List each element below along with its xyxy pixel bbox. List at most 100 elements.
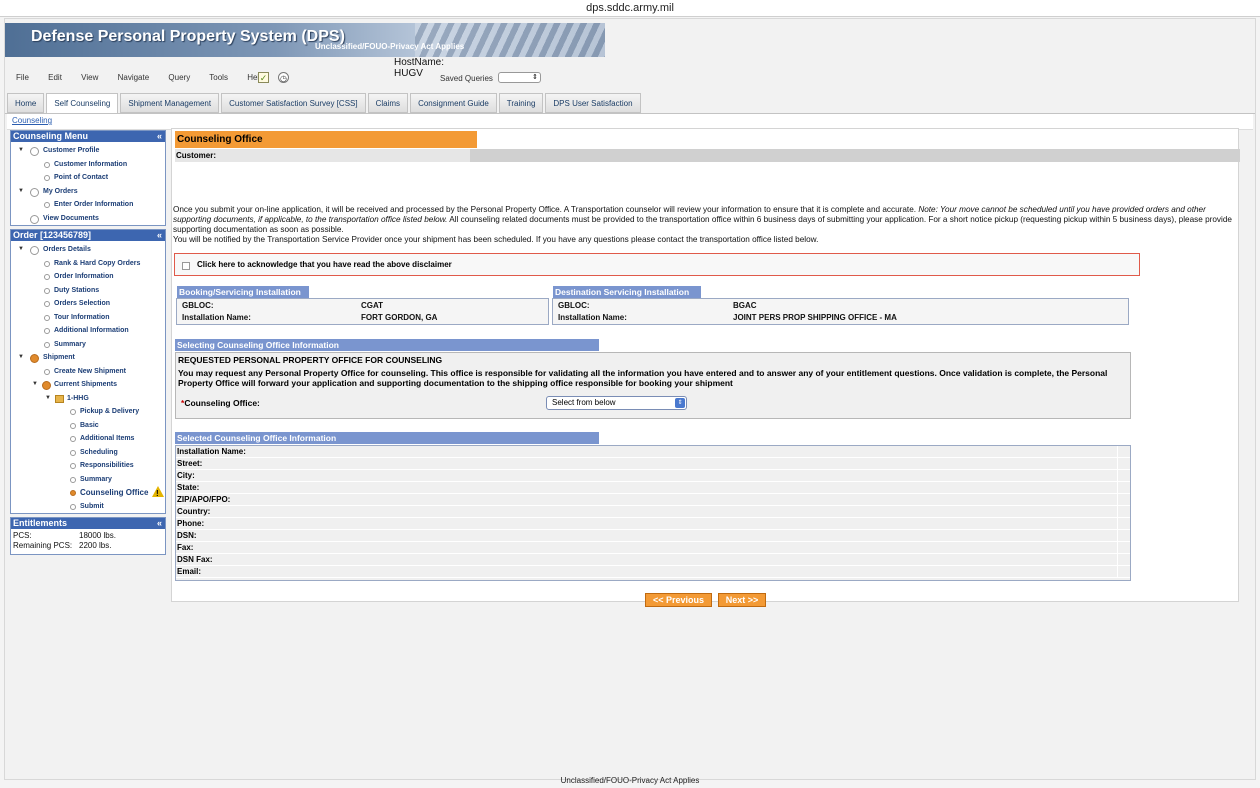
info-row-dsn-fax: DSN Fax: (176, 554, 1130, 566)
info-row-zip: ZIP/APO/FPO: (176, 494, 1130, 506)
menu-navigate[interactable]: Navigate (118, 73, 150, 82)
intro-text-1: Once you submit your on-line application… (173, 205, 917, 214)
sidebar-item-point-of-contact[interactable]: Point of Contact (11, 171, 165, 185)
tab-claims[interactable]: Claims (367, 93, 409, 113)
entitlement-value: 18000 lbs. (79, 531, 116, 540)
counseling-office-select[interactable]: Select from below ⇕ (546, 396, 687, 410)
status-dot-icon (44, 260, 50, 267)
destination-installation-heading: Destination Servicing Installation (553, 286, 701, 298)
info-row-fax: Fax: (176, 542, 1130, 554)
counseling-menu-panel: Counseling Menu « ▼ Customer Profile Cus… (10, 130, 166, 226)
sidebar-item-counseling-office[interactable]: Counseling Office ! (11, 486, 165, 500)
sidebar-item-label: View Documents (43, 214, 99, 222)
sidebar-item-submit[interactable]: Submit (11, 500, 165, 514)
info-row-street: Street: (176, 458, 1130, 470)
status-circle-icon (30, 246, 39, 255)
acknowledge-label[interactable]: Click here to acknowledge that you have … (197, 260, 452, 269)
breadcrumb-counseling[interactable]: Counseling (12, 116, 52, 125)
tab-consignment-guide[interactable]: Consignment Guide (410, 93, 497, 113)
tab-shipment-management[interactable]: Shipment Management (120, 93, 220, 113)
select-arrows-icon: ⇕ (532, 74, 538, 81)
sidebar-item-additional-information[interactable]: Additional Information (11, 324, 165, 338)
booking-installation-heading: Booking/Servicing Installation (177, 286, 309, 298)
sidebar-item-label: Summary (54, 340, 86, 348)
menu-file[interactable]: File (16, 73, 29, 82)
collapse-icon[interactable]: « (157, 230, 162, 241)
sidebar-item-order-information[interactable]: Order Information (11, 270, 165, 284)
tab-dps-user-satisfaction[interactable]: DPS User Satisfaction (545, 93, 641, 113)
sidebar-item-additional-items[interactable]: Additional Items (11, 432, 165, 446)
sidebar-item-view-documents[interactable]: View Documents (11, 212, 165, 226)
destination-name-value: JOINT PERS PROP SHIPPING OFFICE - MA (733, 313, 897, 322)
intro-paragraph-1: Once you submit your on-line application… (173, 205, 1239, 235)
menu-edit[interactable]: Edit (48, 73, 62, 82)
sidebar-item-shipment-summary[interactable]: Summary (11, 473, 165, 487)
next-button[interactable]: Next >> (718, 593, 766, 607)
entitlement-value: 2200 lbs. (79, 541, 112, 550)
sidebar-item-label: Submit (80, 502, 104, 510)
booking-name-label: Installation Name: (182, 313, 251, 322)
tab-home[interactable]: Home (7, 93, 45, 113)
sidebar-item-label: Responsibilities (80, 462, 134, 469)
expand-icon[interactable]: ▼ (18, 351, 24, 365)
tab-customer-satisfaction-survey[interactable]: Customer Satisfaction Survey [CSS] (221, 93, 366, 113)
menu-query[interactable]: Query (168, 73, 190, 82)
status-dot-icon (70, 436, 76, 442)
sidebar-item-pickup-delivery[interactable]: Pickup & Delivery (11, 405, 165, 419)
sidebar-item-customer-information[interactable]: Customer Information (11, 158, 165, 172)
info-label: Street: (177, 459, 203, 468)
saved-queries-select[interactable]: ⇕ (498, 72, 541, 83)
info-label: ZIP/APO/FPO: (177, 495, 231, 504)
sidebar-item-enter-order-information[interactable]: Enter Order Information (11, 198, 165, 212)
info-row-city: City: (176, 470, 1130, 482)
footer-classification: Unclassified/FOUO-Privacy Act Applies (560, 776, 700, 785)
expand-icon[interactable]: ▼ (32, 378, 38, 392)
status-dot-icon (70, 409, 76, 415)
expand-icon[interactable]: ▼ (18, 144, 24, 158)
menu-view[interactable]: View (81, 73, 98, 82)
sidebar-item-responsibilities[interactable]: Responsibilities (11, 459, 165, 473)
sidebar-item-label: Basic (80, 421, 99, 429)
expand-icon[interactable]: ▼ (18, 185, 24, 199)
info-row-phone: Phone: (176, 518, 1130, 530)
checklist-icon[interactable]: ✓ (258, 72, 269, 83)
acknowledge-checkbox[interactable] (182, 262, 190, 270)
entitlement-label: Remaining PCS: (13, 541, 73, 550)
sidebar-item-orders-selection[interactable]: Orders Selection (11, 297, 165, 311)
sidebar-item-1-hhg[interactable]: ▼ 1-HHG (11, 392, 165, 406)
destination-name-label: Installation Name: (558, 313, 627, 322)
banner-classification: Unclassified/FOUO-Privacy Act Applies (315, 42, 465, 51)
collapse-icon[interactable]: « (157, 518, 162, 529)
previous-button[interactable]: << Previous (645, 593, 712, 607)
entitlements-header: Entitlements « (11, 518, 165, 529)
tab-self-counseling[interactable]: Self Counseling (46, 93, 119, 114)
sidebar-item-summary[interactable]: Summary (11, 338, 165, 352)
selected-office-table: Installation Name: Street: City: State: … (175, 445, 1131, 581)
status-circle-icon (30, 354, 39, 363)
clock-icon[interactable]: ◷ (278, 72, 289, 83)
sidebar-item-rank-hard-copy-orders[interactable]: Rank & Hard Copy Orders (11, 257, 165, 271)
expand-icon[interactable]: ▼ (45, 392, 51, 406)
sidebar-item-basic[interactable]: Basic (11, 419, 165, 433)
sidebar-item-tour-information[interactable]: Tour Information (11, 311, 165, 325)
row-divider (1117, 518, 1118, 530)
sidebar-item-scheduling[interactable]: Scheduling (11, 446, 165, 460)
row-divider (1117, 494, 1118, 506)
sidebar-item-my-orders[interactable]: ▼ My Orders (11, 185, 165, 199)
sidebar-item-shipment[interactable]: ▼ Shipment (11, 351, 165, 365)
expand-icon[interactable]: ▼ (18, 243, 24, 257)
sidebar-item-label: Duty Stations (54, 286, 100, 294)
sidebar-item-create-new-shipment[interactable]: Create New Shipment (11, 365, 165, 379)
selected-office-heading: Selected Counseling Office Information (175, 432, 599, 444)
status-dot-icon (44, 368, 50, 375)
tab-training[interactable]: Training (498, 93, 544, 113)
selecting-office-heading: Selecting Counseling Office Information (175, 339, 599, 351)
info-row-dsn: DSN: (176, 530, 1130, 542)
row-divider (1117, 530, 1118, 542)
collapse-icon[interactable]: « (157, 131, 162, 142)
sidebar-item-customer-profile[interactable]: ▼ Customer Profile (11, 144, 165, 158)
sidebar-item-current-shipments[interactable]: ▼ Current Shipments (11, 378, 165, 392)
sidebar-item-duty-stations[interactable]: Duty Stations (11, 284, 165, 298)
sidebar-item-orders-details[interactable]: ▼ Orders Details (11, 243, 165, 257)
menu-tools[interactable]: Tools (209, 73, 228, 82)
